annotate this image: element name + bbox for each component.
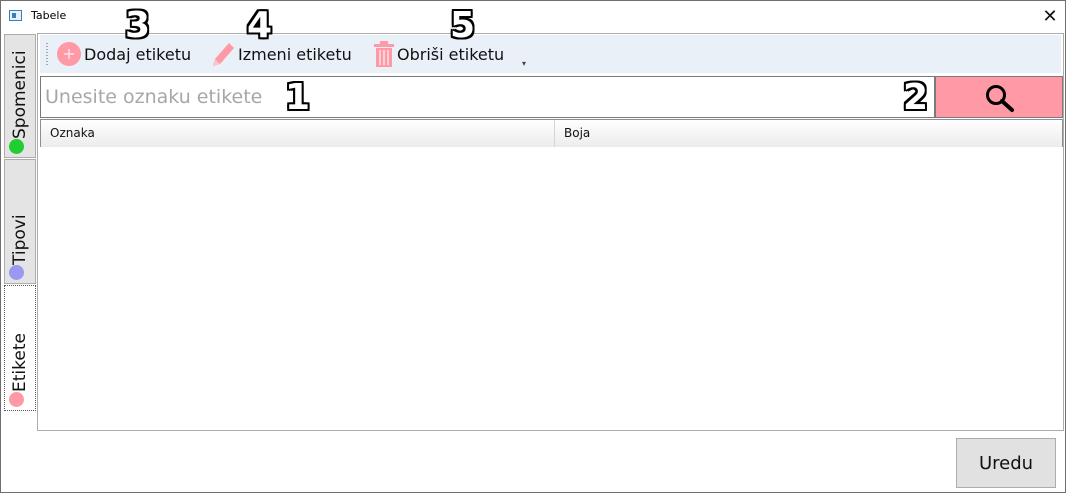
tab-label: Tipovi	[10, 214, 30, 265]
plus-circle-icon	[57, 42, 81, 66]
main-window: Tabele ✕ Spomenici Tipovi Etikete Dodaj …	[0, 0, 1066, 493]
tab-label: Etikete	[10, 333, 30, 392]
search-input[interactable]	[40, 76, 935, 118]
tab-tipovi[interactable]: Tipovi	[4, 159, 36, 284]
green-dot-icon	[9, 139, 24, 154]
delete-label-button[interactable]: Obriši etiketu	[373, 39, 504, 69]
annotation-3: 3	[125, 5, 151, 46]
column-header-boja[interactable]: Boja	[555, 120, 1062, 147]
add-label-text: Dodaj etiketu	[84, 44, 192, 64]
tab-etikete[interactable]: Etikete	[4, 285, 36, 411]
toolbar-overflow-icon[interactable]: ▾	[522, 59, 526, 68]
delete-label-text: Obriši etiketu	[397, 44, 505, 64]
title-bar: Tabele ✕	[1, 1, 1065, 32]
pencil-icon	[213, 43, 234, 66]
edit-label-button[interactable]: Izmeni etiketu	[210, 39, 352, 69]
table-header: Oznaka Boja	[41, 120, 1062, 147]
add-label-button[interactable]: Dodaj etiketu	[56, 39, 191, 69]
close-button[interactable]: ✕	[1035, 1, 1065, 32]
trash-icon	[374, 41, 394, 67]
search-button[interactable]	[935, 76, 1063, 118]
purple-dot-icon	[9, 265, 24, 280]
annotation-2: 2	[903, 77, 929, 118]
window-title: Tabele	[31, 9, 67, 22]
column-header-oznaka[interactable]: Oznaka	[41, 120, 555, 147]
pink-dot-icon	[9, 392, 24, 407]
ok-button[interactable]: Uredu	[956, 438, 1056, 488]
annotation-1: 1	[285, 77, 311, 118]
toolbar-grip[interactable]	[46, 43, 48, 67]
labels-table: Oznaka Boja	[40, 119, 1063, 147]
toolbar: Dodaj etiketu Izmeni etiketu Obriši etik…	[40, 35, 1061, 73]
tab-label: Spomenici	[10, 50, 30, 139]
app-window-icon	[9, 10, 22, 21]
annotation-4: 4	[247, 5, 273, 46]
edit-label-text: Izmeni etiketu	[238, 44, 352, 64]
close-icon: ✕	[1042, 6, 1058, 27]
tab-spomenici[interactable]: Spomenici	[4, 34, 36, 158]
annotation-5: 5	[450, 5, 476, 46]
search-icon	[986, 85, 1014, 112]
